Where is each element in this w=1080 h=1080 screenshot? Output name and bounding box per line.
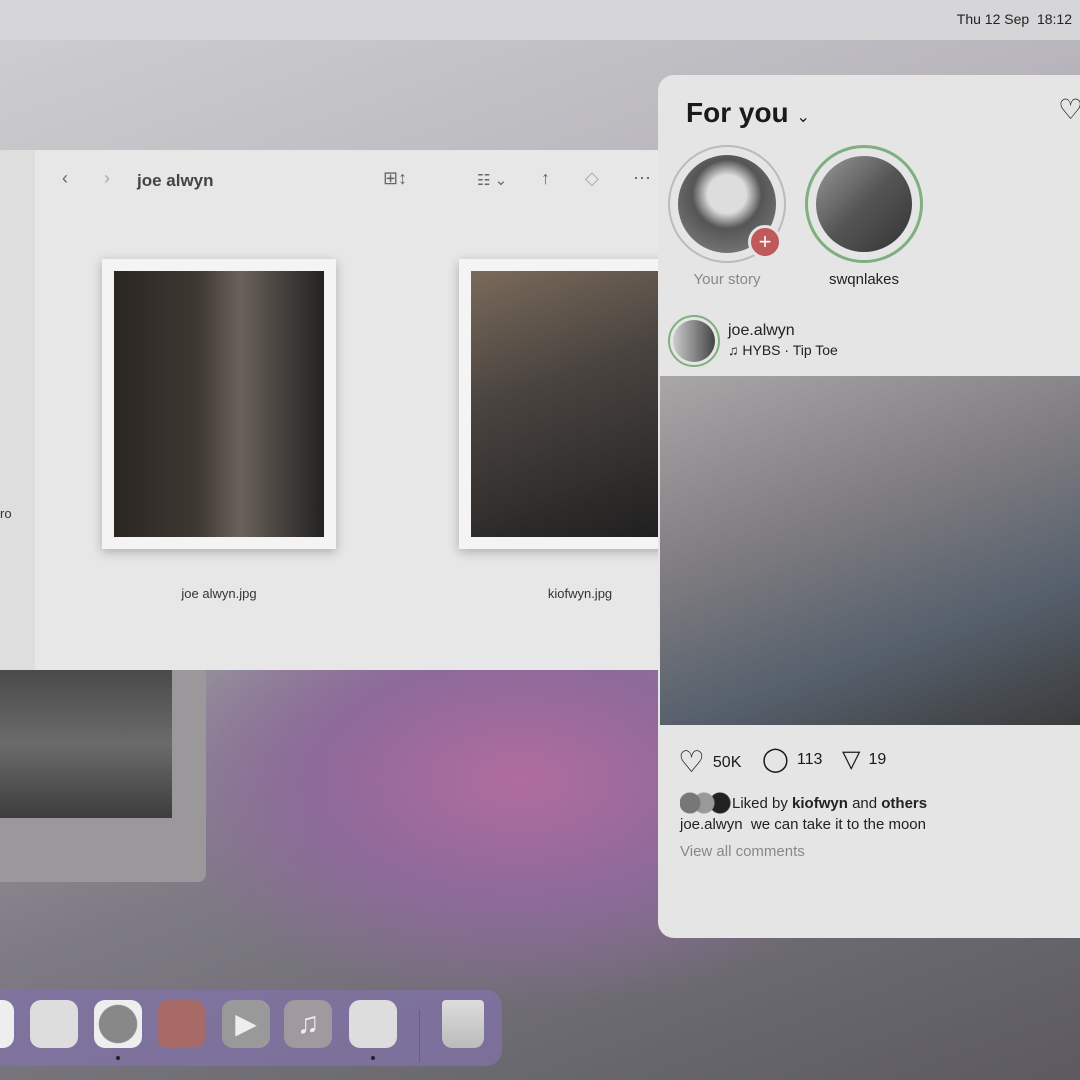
- photo-booth-icon[interactable]: [157, 1000, 205, 1048]
- add-story-icon[interactable]: +: [748, 225, 782, 259]
- dock: ▶ ♫: [0, 990, 502, 1066]
- share-count: 19: [868, 750, 887, 768]
- group-by-icon[interactable]: ☷ ⌄: [477, 171, 507, 189]
- time: 18:12: [1036, 11, 1072, 27]
- story-label: swqnlakes: [828, 271, 900, 288]
- date: Thu 12 Sep: [956, 11, 1030, 27]
- safari-icon[interactable]: [94, 1000, 142, 1048]
- avatar: [816, 156, 912, 252]
- sidebar-item[interactable]: ro: [0, 506, 12, 521]
- photo: [114, 271, 324, 537]
- liked-others[interactable]: others: [881, 795, 927, 812]
- music-note-icon: ♫: [728, 342, 739, 358]
- story-label: Your story: [693, 271, 761, 288]
- like-icon[interactable]: ♡: [678, 745, 705, 780]
- comment-icon[interactable]: ◯: [762, 745, 789, 774]
- comment-count: 113: [796, 750, 823, 768]
- preview-icon[interactable]: [349, 1000, 397, 1048]
- file-name[interactable]: joe alwyn.jpg: [102, 586, 336, 601]
- post-avatar[interactable]: [668, 315, 720, 367]
- caption-user[interactable]: joe.alwyn: [680, 816, 743, 833]
- forward-chevron-icon[interactable]: ›: [104, 168, 110, 189]
- liker-avatars: [680, 792, 732, 814]
- launchpad-icon[interactable]: [30, 1000, 78, 1048]
- running-indicator: [116, 1056, 120, 1060]
- file-thumbnail[interactable]: [102, 259, 336, 549]
- post-song[interactable]: HYBS · Tip Toe: [742, 342, 837, 358]
- feed-selector[interactable]: For you ⌄: [686, 97, 810, 129]
- menu-bar: Thu 12 Sep 18:12: [0, 0, 1080, 40]
- share-icon[interactable]: ▽: [842, 745, 860, 774]
- running-indicator: [371, 1056, 375, 1060]
- music-icon[interactable]: ♫: [284, 1000, 332, 1048]
- tag-icon[interactable]: ◇: [585, 168, 599, 189]
- liked-user[interactable]: kiofwyn: [792, 795, 848, 812]
- instagram-panel: For you ⌄ ♡ + Your story swqnlakes joe.a…: [658, 75, 1080, 938]
- trash-icon[interactable]: [442, 1000, 484, 1048]
- view-all-comments[interactable]: View all comments: [680, 843, 805, 860]
- folder-title: joe alwyn: [137, 171, 214, 190]
- post-image[interactable]: [660, 376, 1080, 725]
- grid-view-icon[interactable]: ⊞↕: [383, 168, 407, 189]
- your-story[interactable]: +: [668, 145, 786, 263]
- finder-sidebar: ro: [0, 150, 35, 670]
- chevron-down-icon: ⌄: [796, 109, 810, 126]
- background-window[interactable]: [0, 660, 206, 882]
- share-icon[interactable]: ↑: [541, 168, 550, 189]
- like-count: 50K: [712, 753, 742, 771]
- post-username[interactable]: joe.alwyn: [728, 322, 795, 340]
- back-chevron-icon[interactable]: ‹: [62, 168, 68, 189]
- menubar-clock[interactable]: Thu 12 Sep 18:12: [957, 11, 1072, 27]
- liked-and: and: [852, 794, 878, 812]
- photo: [471, 271, 681, 537]
- feed-title: For you: [686, 97, 789, 128]
- dock-divider: [419, 1010, 420, 1062]
- finder-window: ro ‹ › joe alwyn ⊞↕ ☷ ⌄ ↑ ◇ ⋯ joe alwyn.…: [0, 150, 693, 670]
- more-icon[interactable]: ⋯: [633, 168, 651, 189]
- heart-icon[interactable]: ♡: [1058, 93, 1080, 126]
- liked-text: Liked by: [732, 794, 788, 812]
- grass-photo: [0, 670, 172, 818]
- story-swqnlakes[interactable]: [805, 145, 923, 263]
- caption-text: we can take it to the moon: [750, 816, 926, 833]
- reminders-icon[interactable]: [0, 1000, 14, 1048]
- play-icon[interactable]: ▶: [222, 1000, 270, 1048]
